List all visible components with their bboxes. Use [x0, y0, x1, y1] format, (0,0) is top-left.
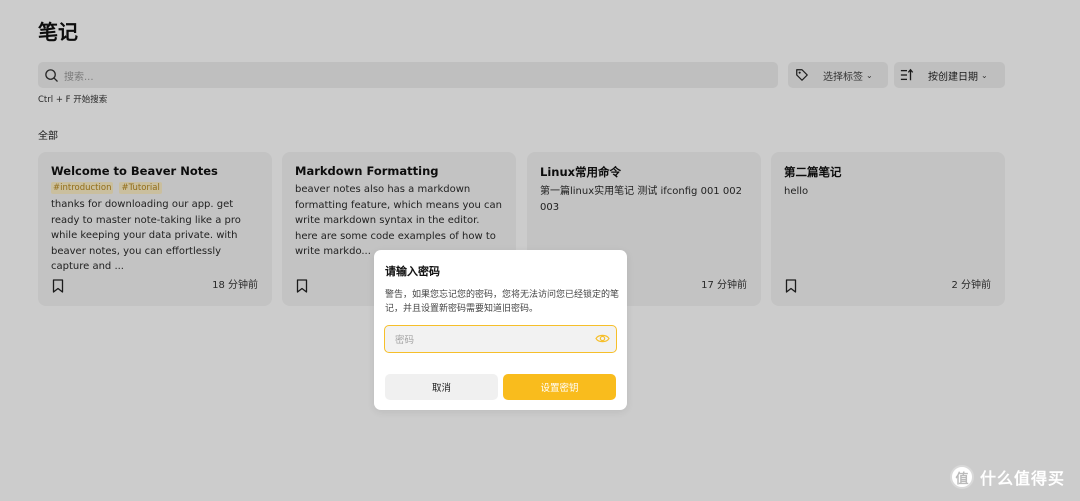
- watermark-logo: 值: [950, 465, 974, 489]
- watermark-text: 什么值得买: [980, 469, 1066, 488]
- password-input[interactable]: 密码: [384, 325, 617, 353]
- password-dialog: 请输入密码 警告，如果您忘记您的密码，您将无法访问您已经锁定的笔记，并且设置新密…: [374, 250, 627, 410]
- set-password-button[interactable]: 设置密钥: [503, 374, 616, 400]
- cancel-button[interactable]: 取消: [385, 374, 498, 400]
- eye-icon[interactable]: [595, 332, 610, 345]
- watermark: 值 什么值得买: [950, 465, 1065, 489]
- dialog-title: 请输入密码: [385, 265, 440, 278]
- dialog-warning: 警告，如果您忘记您的密码，您将无法访问您已经锁定的笔记，并且设置新密码需要知道旧…: [385, 290, 620, 314]
- password-placeholder: 密码: [395, 335, 415, 346]
